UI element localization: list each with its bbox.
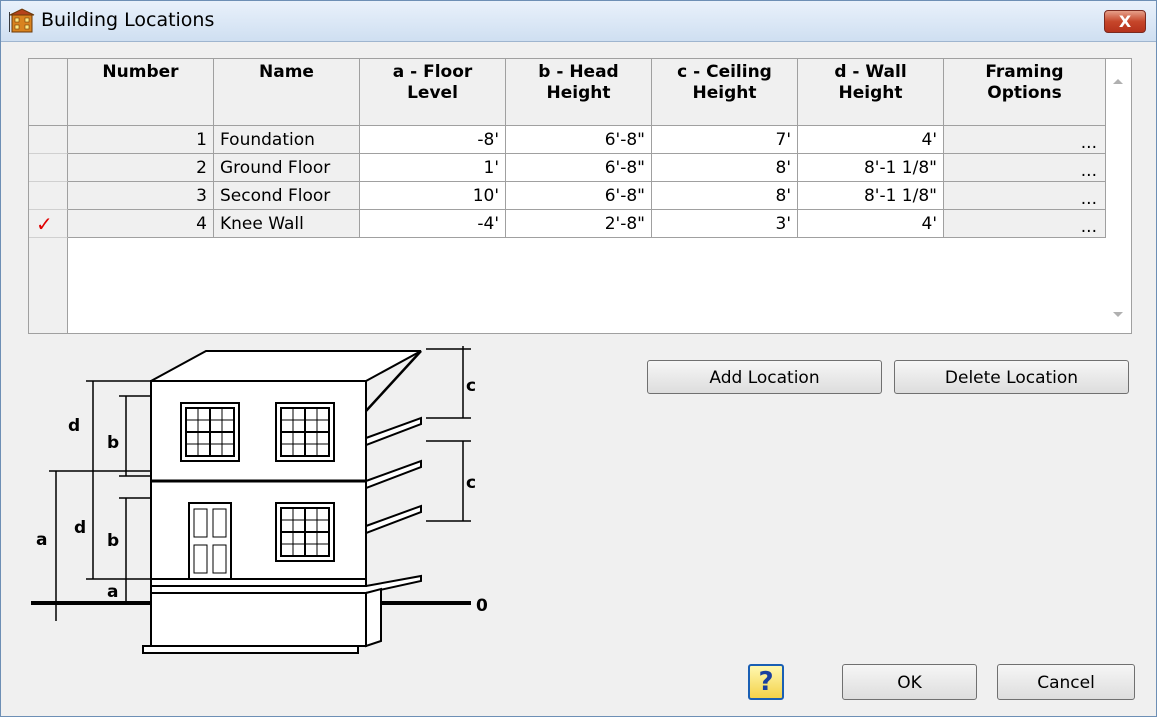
row-selector[interactable] [29, 182, 68, 210]
row-selector[interactable] [29, 126, 68, 154]
cell-head-height[interactable]: 6'-8" [506, 126, 652, 154]
cell-number[interactable]: 3 [68, 182, 214, 210]
framing-options-button[interactable]: ... [944, 210, 1106, 238]
label-zero: 0 [476, 596, 488, 616]
framing-options-button[interactable]: ... [944, 182, 1106, 210]
scroll-up-icon[interactable] [1113, 79, 1123, 84]
check-icon: ✓ [36, 212, 53, 236]
column-header-label: Number [102, 62, 179, 82]
row-header-empty [29, 238, 68, 333]
title-bar: Building Locations X [1, 1, 1156, 42]
column-header-label: a - Floor Level [392, 62, 473, 103]
label-d-upper: d [68, 416, 80, 436]
column-header-ceiling-height[interactable]: c - Ceiling Height [652, 59, 798, 126]
column-header-head-height[interactable]: b - Head Height [506, 59, 652, 126]
help-button[interactable]: ? [748, 664, 784, 700]
label-d-lower: d [74, 518, 86, 538]
building-drawing [31, 350, 471, 654]
building-locations-dialog: Building Locations X Number Name a - Flo… [0, 0, 1157, 717]
close-icon: X [1118, 12, 1132, 31]
grid-corner-header [29, 59, 68, 126]
framing-options-button[interactable]: ... [944, 154, 1106, 182]
cell-wall-height[interactable]: 4' [798, 126, 944, 154]
label-a-inner: a [107, 582, 118, 602]
cell-ceiling-height[interactable]: 8' [652, 154, 798, 182]
cell-number[interactable]: 2 [68, 154, 214, 182]
help-icon: ? [758, 667, 774, 697]
row-selector[interactable]: ✓ [29, 210, 68, 238]
column-header-wall-height[interactable]: d - Wall Height [798, 59, 944, 126]
label-a-left: a [36, 530, 47, 550]
close-button[interactable]: X [1104, 10, 1146, 33]
building-icon [9, 8, 35, 33]
column-header-framing-options[interactable]: Framing Options [944, 59, 1106, 126]
delete-location-button[interactable]: Delete Location [894, 360, 1129, 394]
scroll-down-icon[interactable] [1113, 312, 1123, 317]
cell-head-height[interactable]: 6'-8" [506, 182, 652, 210]
cell-name[interactable]: Foundation [214, 126, 360, 154]
label-b-upper: b [107, 433, 119, 453]
column-header-name[interactable]: Name [214, 59, 360, 126]
cell-wall-height[interactable]: 8'-1 1/8" [798, 182, 944, 210]
cell-wall-height[interactable]: 8'-1 1/8" [798, 154, 944, 182]
add-location-button[interactable]: Add Location [647, 360, 882, 394]
vertical-scrollbar[interactable] [1106, 59, 1131, 333]
framing-options-button[interactable]: ... [944, 126, 1106, 154]
cell-name[interactable]: Second Floor [214, 182, 360, 210]
label-b-lower: b [107, 531, 119, 551]
cell-name[interactable]: Knee Wall [214, 210, 360, 238]
cell-ceiling-height[interactable]: 7' [652, 126, 798, 154]
ok-button[interactable]: OK [842, 664, 977, 700]
row-selector[interactable] [29, 154, 68, 182]
cell-number[interactable]: 1 [68, 126, 214, 154]
cell-head-height[interactable]: 6'-8" [506, 154, 652, 182]
column-header-label: c - Ceiling Height [677, 62, 772, 103]
cell-floor-level[interactable]: 1' [360, 154, 506, 182]
column-header-number[interactable]: Number [68, 59, 214, 126]
building-height-diagram: c c d b a d b a 0 [31, 346, 488, 654]
column-header-label: Name [259, 62, 314, 82]
cell-floor-level[interactable]: 10' [360, 182, 506, 210]
cell-floor-level[interactable]: -8' [360, 126, 506, 154]
cancel-button[interactable]: Cancel [997, 664, 1135, 700]
label-c-lower: c [466, 473, 476, 493]
cell-ceiling-height[interactable]: 3' [652, 210, 798, 238]
cell-wall-height[interactable]: 4' [798, 210, 944, 238]
cell-number[interactable]: 4 [68, 210, 214, 238]
cell-floor-level[interactable]: -4' [360, 210, 506, 238]
cell-ceiling-height[interactable]: 8' [652, 182, 798, 210]
column-header-floor-level[interactable]: a - Floor Level [360, 59, 506, 126]
cell-name[interactable]: Ground Floor [214, 154, 360, 182]
column-header-label: Framing Options [985, 62, 1064, 103]
cell-head-height[interactable]: 2'-8" [506, 210, 652, 238]
column-header-label: b - Head Height [538, 62, 619, 103]
label-c-upper: c [466, 376, 476, 396]
locations-grid[interactable]: Number Name a - Floor Level b - Head Hei… [28, 58, 1132, 334]
grid-body: Number Name a - Floor Level b - Head Hei… [29, 59, 1106, 333]
column-header-label: d - Wall Height [834, 62, 907, 103]
window-title: Building Locations [41, 9, 215, 31]
